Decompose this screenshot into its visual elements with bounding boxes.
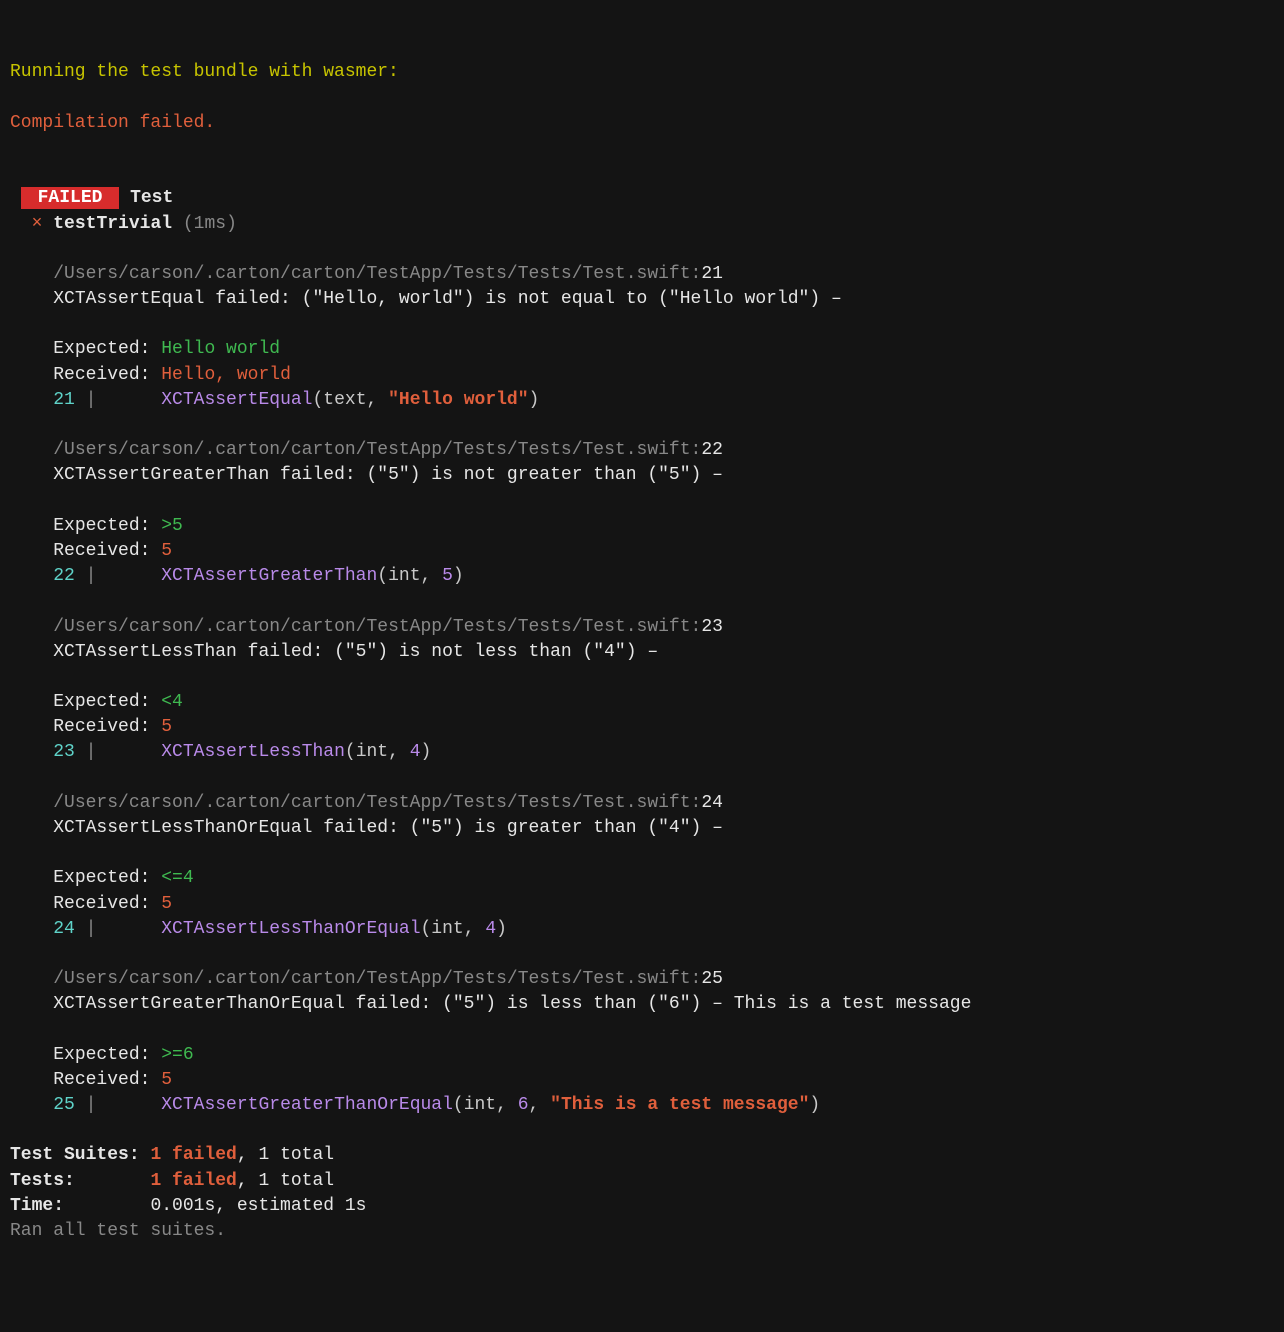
code-num: 4 [485, 919, 496, 939]
cross-icon: × [32, 214, 43, 234]
failure-msg: XCTAssertLessThanOrEqual failed: ("5") i… [53, 818, 723, 838]
received-label: Received: [53, 1070, 150, 1090]
expected-value: <=4 [161, 868, 193, 888]
received-label: Received: [53, 541, 150, 561]
code-num: 6 [518, 1095, 529, 1115]
failed-badge: FAILED [21, 187, 119, 209]
code-line-num: 24 [53, 919, 75, 939]
received-value: Hello, world [161, 365, 291, 385]
suite-name: Test [130, 188, 173, 208]
received-value: 5 [161, 717, 172, 737]
code-line-num: 23 [53, 742, 75, 762]
summary-time-label: Time: [10, 1196, 140, 1216]
received-label: Received: [53, 365, 150, 385]
expected-label: Expected: [53, 339, 150, 359]
received-value: 5 [161, 1070, 172, 1090]
code-fn: XCTAssertEqual [161, 390, 312, 410]
test-time: (1ms) [183, 214, 237, 234]
code-string: "Hello world" [388, 390, 528, 410]
file-path: /Users/carson/.carton/carton/TestApp/Tes… [53, 440, 690, 460]
header-running: Running the test bundle with wasmer: [10, 62, 399, 82]
failure-msg: XCTAssertLessThan failed: ("5") is not l… [53, 642, 658, 662]
file-line: 25 [701, 969, 723, 989]
expected-value: >5 [161, 516, 183, 536]
expected-label: Expected: [53, 516, 150, 536]
file-line: 24 [701, 793, 723, 813]
expected-label: Expected: [53, 868, 150, 888]
expected-label: Expected: [53, 692, 150, 712]
expected-value: >=6 [161, 1045, 193, 1065]
summary-suites-label: Test Suites: [10, 1145, 140, 1165]
code-num: 4 [410, 742, 421, 762]
received-label: Received: [53, 717, 150, 737]
failure-msg: XCTAssertGreaterThan failed: ("5") is no… [53, 465, 723, 485]
summary-tests-label: Tests: [10, 1171, 140, 1191]
test-name: testTrivial [53, 214, 172, 234]
code-line-num: 21 [53, 390, 75, 410]
summary-suites-fail: 1 failed [150, 1145, 236, 1165]
file-path: /Users/carson/.carton/carton/TestApp/Tes… [53, 969, 690, 989]
summary-time-value: 0.001s, estimated 1s [150, 1196, 366, 1216]
failure-msg: XCTAssertGreaterThanOrEqual failed: ("5"… [53, 994, 971, 1014]
code-fn: XCTAssertGreaterThanOrEqual [161, 1095, 453, 1115]
summary-ran: Ran all test suites. [10, 1221, 226, 1241]
code-string: "This is a test message" [550, 1095, 809, 1115]
code-num: 5 [442, 566, 453, 586]
file-line: 21 [701, 264, 723, 284]
file-path: /Users/carson/.carton/carton/TestApp/Tes… [53, 264, 690, 284]
expected-label: Expected: [53, 1045, 150, 1065]
file-line: 23 [701, 617, 723, 637]
received-value: 5 [161, 541, 172, 561]
code-line-num: 22 [53, 566, 75, 586]
code-fn: XCTAssertLessThan [161, 742, 345, 762]
header-compilation: Compilation failed. [10, 113, 215, 133]
code-line-num: 25 [53, 1095, 75, 1115]
failure-msg: XCTAssertEqual failed: ("Hello, world") … [53, 289, 842, 309]
code-fn: XCTAssertGreaterThan [161, 566, 377, 586]
expected-value: Hello world [161, 339, 280, 359]
file-line: 22 [701, 440, 723, 460]
code-fn: XCTAssertLessThanOrEqual [161, 919, 420, 939]
received-value: 5 [161, 894, 172, 914]
expected-value: <4 [161, 692, 183, 712]
summary-tests-fail: 1 failed [150, 1171, 236, 1191]
file-path: /Users/carson/.carton/carton/TestApp/Tes… [53, 617, 690, 637]
file-path: /Users/carson/.carton/carton/TestApp/Tes… [53, 793, 690, 813]
received-label: Received: [53, 894, 150, 914]
